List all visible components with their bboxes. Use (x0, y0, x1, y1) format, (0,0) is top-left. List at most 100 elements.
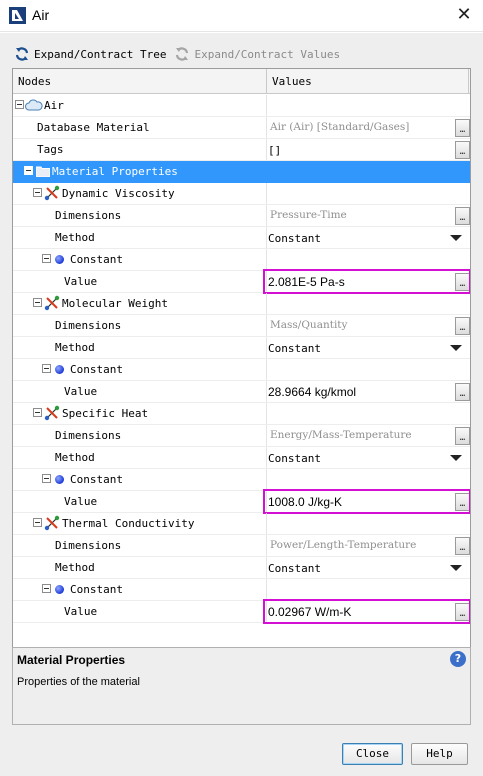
collapse-toggle-icon[interactable] (42, 254, 51, 263)
tree-row-thermal-conductivity[interactable]: Thermal Conductivity (13, 513, 470, 535)
node-label: Tags (37, 143, 64, 156)
collapse-toggle-icon[interactable] (15, 100, 24, 109)
description-panel: Material Properties Properties of the ma… (12, 647, 471, 725)
tree-row-dimensions[interactable]: Dimensions Pressure-Time … (13, 205, 470, 227)
expand-tree-label: Expand/Contract Tree (34, 47, 167, 61)
window-close-icon[interactable]: ✕ (453, 4, 475, 26)
tree-row-material-properties[interactable]: Material Properties (13, 161, 470, 183)
node-label: Value (64, 495, 98, 508)
node-label: Air (44, 99, 64, 112)
ellipsis-button[interactable]: … (455, 317, 470, 335)
chevron-down-icon[interactable] (450, 235, 462, 241)
ellipsis-button[interactable]: … (455, 207, 470, 225)
node-label: Value (64, 385, 98, 398)
help-button[interactable]: Help (411, 743, 468, 765)
node-label: Method (55, 341, 95, 354)
table-header: Nodes Values (13, 69, 470, 94)
tree-row-constant[interactable]: Constant (13, 359, 470, 381)
collapse-toggle-icon[interactable] (33, 408, 42, 417)
database-material-value: Air (Air) [Standard/Gases] (270, 121, 410, 133)
chevron-down-icon[interactable] (450, 455, 462, 461)
tree-row-method[interactable]: Method Constant (13, 337, 470, 359)
ellipsis-button[interactable]: … (455, 141, 470, 159)
tree-row-value[interactable]: Value 2.081E-5 Pa-s … (13, 269, 470, 294)
tree-row-method[interactable]: Method Constant (13, 447, 470, 469)
node-label: Value (64, 605, 98, 618)
node-label: Dimensions (55, 209, 122, 222)
tree-row-value[interactable]: Value 0.02967 W/m-K … (13, 599, 470, 624)
node-label: Material Properties (52, 165, 178, 178)
description-title: Material Properties (17, 653, 126, 667)
window-title: Air (32, 7, 50, 23)
tree-row-constant[interactable]: Constant (13, 249, 470, 271)
dimensions-value: Power/Length-Temperature (270, 539, 417, 551)
column-header-values[interactable]: Values (272, 75, 312, 88)
collapse-toggle-icon[interactable] (33, 188, 42, 197)
tree-row-value[interactable]: Value 1008.0 J/kg-K … (13, 489, 470, 514)
help-icon[interactable]: ? (450, 651, 466, 667)
highlight-box (263, 489, 470, 514)
expand-contract-values-button[interactable]: Expand/Contract Values (174, 46, 340, 62)
highlight-box (263, 599, 470, 624)
tree-row-method[interactable]: Method Constant (13, 227, 470, 249)
tree-row-dimensions[interactable]: Dimensions Energy/Mass-Temperature … (13, 425, 470, 447)
node-label: Thermal Conductivity (62, 517, 195, 530)
tree-row-air[interactable]: Air (13, 95, 470, 117)
dimensions-value: Mass/Quantity (270, 319, 348, 331)
tree-row-method[interactable]: Method Constant (13, 557, 470, 579)
tree-row-dynamic-viscosity[interactable]: Dynamic Viscosity (13, 183, 470, 205)
dimensions-value: Energy/Mass-Temperature (270, 429, 412, 441)
constant-node-icon (55, 585, 64, 594)
node-label: Value (64, 275, 98, 288)
node-label: Method (55, 231, 95, 244)
column-header-nodes[interactable]: Nodes (18, 75, 51, 88)
node-label: Constant (70, 583, 123, 596)
ellipsis-button[interactable]: … (455, 427, 470, 445)
ellipsis-button[interactable]: … (455, 383, 470, 401)
cloud-icon (25, 99, 43, 111)
expand-contract-tree-button[interactable]: Expand/Contract Tree (14, 46, 166, 62)
value-input[interactable]: 28.9664 kg/kmol (268, 385, 356, 399)
constant-node-icon (55, 475, 64, 484)
collapse-toggle-icon[interactable] (33, 298, 42, 307)
collapse-toggle-icon[interactable] (42, 364, 51, 373)
node-label: Specific Heat (62, 407, 149, 420)
tree-row-constant[interactable]: Constant (13, 469, 470, 491)
highlight-box (263, 269, 470, 294)
collapse-toggle-icon[interactable] (42, 584, 51, 593)
node-label: Method (55, 561, 95, 574)
tree-row-specific-heat[interactable]: Specific Heat (13, 403, 470, 425)
collapse-toggle-icon[interactable] (33, 518, 42, 527)
method-select[interactable]: Constant (268, 232, 321, 245)
node-label: Method (55, 451, 95, 464)
node-label: Constant (70, 473, 123, 486)
method-select[interactable]: Constant (268, 562, 321, 575)
node-label: Dimensions (55, 429, 122, 442)
ellipsis-button[interactable]: … (455, 537, 470, 555)
node-label: Molecular Weight (62, 297, 168, 310)
chevron-down-icon[interactable] (450, 565, 462, 571)
collapse-toggle-icon[interactable] (42, 474, 51, 483)
description-text: Properties of the material (17, 676, 140, 688)
property-node-icon (44, 185, 60, 201)
tree-row-value[interactable]: Value 28.9664 kg/kmol … (13, 381, 470, 403)
tree-row-constant[interactable]: Constant (13, 579, 470, 601)
close-button[interactable]: Close (342, 743, 403, 765)
collapse-toggle-icon[interactable] (24, 166, 33, 175)
property-node-icon (44, 515, 60, 531)
toolbar: Expand/Contract Tree Expand/Contract Val… (14, 44, 348, 64)
tree-row-dimensions[interactable]: Dimensions Mass/Quantity … (13, 315, 470, 337)
tree-row-molecular-weight[interactable]: Molecular Weight (13, 293, 470, 315)
chevron-down-icon[interactable] (450, 345, 462, 351)
app-logo-icon (9, 7, 26, 24)
tree-row-dimensions[interactable]: Dimensions Power/Length-Temperature … (13, 535, 470, 557)
node-label: Constant (70, 363, 123, 376)
tree-row-tags[interactable]: Tags [] … (13, 139, 470, 161)
node-label: Dimensions (55, 539, 122, 552)
ellipsis-button[interactable]: … (455, 119, 470, 137)
method-select[interactable]: Constant (268, 452, 321, 465)
method-select[interactable]: Constant (268, 342, 321, 355)
node-label: Dynamic Viscosity (62, 187, 175, 200)
folder-icon (36, 166, 50, 177)
tree-row-database-material[interactable]: Database Material Air (Air) [Standard/Ga… (13, 117, 470, 139)
